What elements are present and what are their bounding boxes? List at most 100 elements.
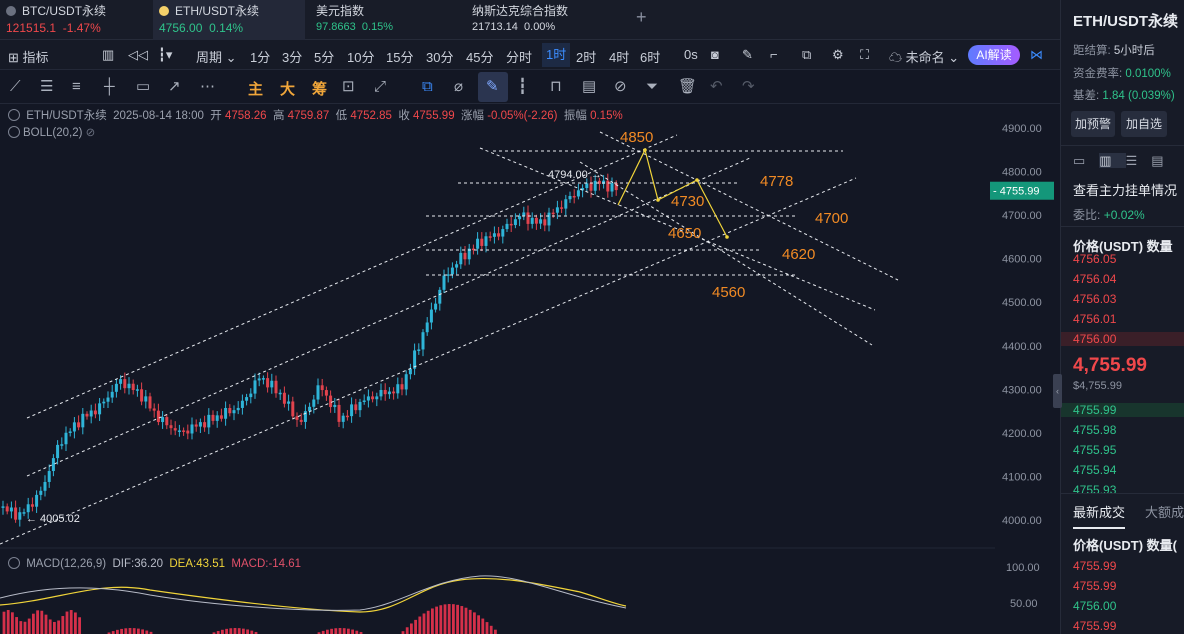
collapse-icon[interactable] bbox=[8, 557, 20, 569]
candle-body bbox=[39, 490, 43, 495]
channel-lower bbox=[0, 177, 857, 545]
candle-body bbox=[358, 401, 362, 411]
macd-bar bbox=[27, 618, 31, 634]
candle-body bbox=[551, 212, 555, 215]
bid-price[interactable]: 4755.98 bbox=[1073, 423, 1116, 437]
orderbook-icon[interactable]: ▥ bbox=[1099, 153, 1126, 168]
candle-body bbox=[303, 411, 307, 422]
basis-value: 1.84 (0.039%) bbox=[1102, 90, 1175, 102]
trade-price: 4755.99 bbox=[1073, 559, 1117, 573]
candle-body bbox=[534, 217, 538, 224]
macd-bar bbox=[74, 612, 77, 634]
candle-body bbox=[215, 415, 219, 421]
candle-body bbox=[434, 303, 438, 310]
bid-price[interactable]: 4755.99 bbox=[1061, 403, 1184, 417]
add-alert-button[interactable]: 加预警 bbox=[1071, 111, 1115, 137]
macd-bar bbox=[494, 629, 497, 634]
price-tick: 4000.00 bbox=[1002, 515, 1042, 527]
macd-bar bbox=[40, 610, 44, 634]
last-price: 4,755.99 bbox=[1073, 355, 1147, 376]
macd-dea: DEA:43.51 bbox=[169, 558, 225, 570]
macd-bar bbox=[124, 628, 128, 634]
candle-body bbox=[26, 504, 30, 513]
candle-body bbox=[350, 404, 354, 417]
candle-body bbox=[459, 252, 463, 265]
ask-price[interactable]: 4756.04 bbox=[1073, 272, 1116, 286]
candle-body bbox=[333, 404, 337, 408]
candle-body bbox=[245, 397, 249, 401]
candle-body bbox=[560, 207, 564, 209]
candle-body bbox=[337, 404, 341, 422]
ask-price[interactable]: 4756.05 bbox=[1073, 252, 1116, 266]
candle-body bbox=[102, 401, 106, 404]
macd-bar bbox=[250, 630, 254, 634]
macd-bar bbox=[460, 606, 464, 634]
candle-body bbox=[488, 236, 492, 238]
ask-price[interactable]: 4756.00 bbox=[1061, 332, 1184, 346]
macd-bar bbox=[78, 617, 81, 634]
chat-icon[interactable]: ▭ bbox=[1073, 153, 1099, 168]
candle-body bbox=[131, 383, 135, 391]
info-amp-label: 振幅 bbox=[563, 110, 587, 122]
candle-body bbox=[173, 428, 177, 431]
macd-bar bbox=[120, 628, 123, 634]
candle-body bbox=[501, 229, 505, 237]
macd-bar bbox=[128, 628, 132, 634]
candle-body bbox=[123, 379, 127, 389]
price-tick: 4500.00 bbox=[1002, 297, 1042, 309]
macd-bar bbox=[485, 622, 489, 634]
price-tick: 4800.00 bbox=[1002, 167, 1042, 179]
candle-body bbox=[253, 380, 257, 394]
eye-off-icon[interactable]: ⊘ bbox=[86, 127, 96, 139]
trades-header: 价格(USDT) 数量( bbox=[1073, 538, 1177, 553]
ask-price[interactable]: 4756.03 bbox=[1073, 292, 1116, 306]
macd-bar bbox=[132, 628, 136, 634]
funding-value: 0.0100% bbox=[1125, 68, 1171, 80]
info-close: 4755.99 bbox=[413, 110, 455, 122]
level-label: 4850 bbox=[620, 129, 653, 146]
list-icon[interactable]: ☰ bbox=[1126, 153, 1152, 168]
ratio-value: +0.02% bbox=[1103, 208, 1145, 222]
boll-legend[interactable]: BOLL(20,2) ⊘ bbox=[8, 125, 95, 139]
large-trades-tab[interactable]: 大额成 bbox=[1145, 502, 1184, 521]
level-label: 4778 bbox=[760, 173, 793, 190]
add-watchlist-button[interactable]: 加自选 bbox=[1121, 111, 1167, 137]
price-tick: 4300.00 bbox=[1002, 384, 1042, 396]
ask-price[interactable]: 4756.01 bbox=[1073, 312, 1116, 326]
right-panel: ETH/USDT永续 距结算: 5小时后 资金费率: 0.0100% 基差: 1… bbox=[1060, 0, 1184, 634]
candle-body bbox=[194, 424, 198, 427]
panel-tab-icons[interactable]: ▭▥☰▤ bbox=[1073, 153, 1178, 169]
candle-body bbox=[140, 389, 144, 402]
candle-body bbox=[190, 424, 194, 434]
bid-price[interactable]: 4755.95 bbox=[1073, 443, 1116, 457]
collapse-icon[interactable] bbox=[8, 126, 20, 138]
macd-legend: MACD(12,26,9) DIF:36.20 DEA:43.51 MACD:-… bbox=[8, 557, 301, 570]
macd-bar bbox=[443, 604, 447, 634]
bid-price[interactable]: 4755.94 bbox=[1073, 463, 1116, 477]
low-label: ← 4005.02 bbox=[26, 513, 80, 525]
level-label: 4620 bbox=[782, 246, 815, 263]
bid-price[interactable]: 4755.93 bbox=[1073, 483, 1116, 497]
orders-title[interactable]: 查看主力挂单情况 bbox=[1073, 180, 1177, 199]
macd-bar bbox=[334, 628, 338, 634]
trade-price: 4755.99 bbox=[1073, 579, 1117, 593]
macd-bar bbox=[426, 610, 430, 634]
price-chart[interactable]: 4900.00 4800.00 4700.00 4600.00 4500.00 4400.… bbox=[0, 0, 1060, 634]
candle-body bbox=[89, 410, 93, 417]
macd-bar bbox=[44, 614, 48, 634]
macd-bar bbox=[233, 628, 237, 634]
collapse-panel-handle[interactable]: ‹ bbox=[1053, 374, 1062, 408]
trades-tab[interactable]: 最新成交 bbox=[1073, 502, 1126, 529]
candle-body bbox=[396, 384, 400, 394]
collapse-icon[interactable] bbox=[8, 109, 20, 121]
candle-body bbox=[236, 407, 240, 411]
candle-body bbox=[404, 374, 408, 390]
macd-bar bbox=[145, 630, 149, 634]
candle-body bbox=[450, 267, 454, 275]
candle-body bbox=[408, 368, 412, 375]
macd-bar bbox=[435, 606, 438, 634]
stats-icon[interactable]: ▤ bbox=[1151, 153, 1177, 168]
candle-body bbox=[375, 396, 379, 400]
trading-app: BTC/USDT永续 121515.1 -1.47% ETH/USDT永续 47… bbox=[0, 0, 1184, 634]
candle-body bbox=[72, 422, 76, 432]
